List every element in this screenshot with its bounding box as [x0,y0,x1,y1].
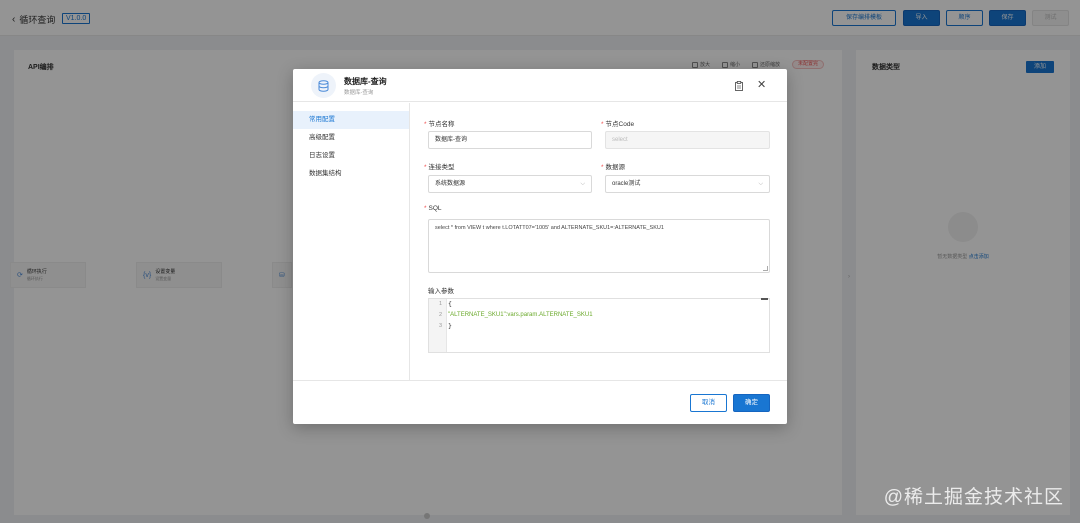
line-gutter: 1 2 3 [429,299,447,352]
chevron-down-icon: ⌵ [580,181,585,187]
database-icon [311,73,336,98]
line-number: 2 [438,312,442,318]
required-mark: * [601,164,604,171]
datasource-label: * 数据源 [601,164,626,171]
code-lines: { "ALTERNATE_SKU1":vars.param.ALTERNATE_… [447,299,593,332]
cancel-button[interactable]: 取消 [690,394,727,412]
code-line: } [448,322,452,330]
node-name-input[interactable]: 数据库-查询 [428,131,592,149]
close-icon[interactable]: ✕ [757,79,766,91]
dialog-title: 数据库-查询 [344,77,387,86]
connection-type-select[interactable]: 系统数据源 ⌵ [428,175,592,193]
required-mark: * [424,205,427,212]
clipboard-icon[interactable] [735,81,743,91]
editor-scrollbar[interactable] [761,298,768,300]
node-code-label: * 节点Code [601,121,635,128]
sql-label: * SQL [424,205,442,212]
node-name-label: * 节点名称 [424,121,455,128]
menu-item-advanced-config[interactable]: 高级配置 [293,129,409,147]
menu-item-dataset-structure[interactable]: 数据集结构 [293,165,409,183]
required-mark: * [424,164,427,171]
dialog-subtitle: 数据库-查询 [344,90,374,96]
chevron-down-icon: ⌵ [758,181,763,187]
code-line: { [448,300,452,308]
required-mark: * [424,121,427,128]
resize-handle[interactable] [763,266,768,271]
datasource-select[interactable]: oracle测试 ⌵ [605,175,770,193]
confirm-button[interactable]: 确定 [733,394,770,412]
line-number: 3 [438,323,442,329]
code-line: "ALTERNATE_SKU1":vars.param.ALTERNATE_SK… [448,312,593,318]
node-code-input[interactable]: select [605,131,770,149]
dialog-side-menu: 常用配置 高级配置 日志设置 数据集结构 [293,103,410,380]
dialog-header: 数据库-查询 数据库-查询 ✕ [293,69,787,102]
dialog-footer-divider [293,380,787,381]
watermark: @稀土掘金技术社区 [883,487,1064,508]
input-params-editor[interactable]: 1 2 3 { "ALTERNATE_SKU1":vars.param.ALTE… [428,298,770,353]
connection-type-label: * 连接类型 [424,164,455,171]
sql-textarea[interactable]: select * from VIEW t where t.LOTATT07='1… [428,219,770,273]
input-params-label: 输入参数 [428,288,454,295]
menu-item-common-config[interactable]: 常用配置 [293,111,409,129]
required-mark: * [601,121,604,128]
menu-item-log-settings[interactable]: 日志设置 [293,147,409,165]
line-number: 1 [438,301,442,307]
